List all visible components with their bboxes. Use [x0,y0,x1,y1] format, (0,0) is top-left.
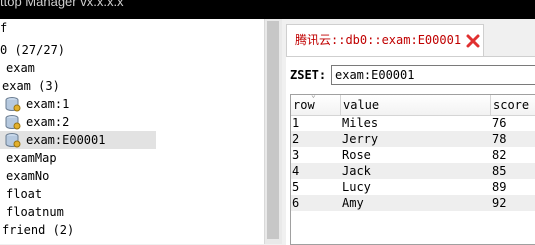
tree-item-label: examNo [6,169,50,183]
column-header-score[interactable]: score [491,95,535,115]
member-score: 85 [492,164,507,178]
row-number: 6 [292,196,300,210]
member-score: 82 [492,148,507,162]
tree-item-db0[interactable]: 0 (27/27) [0,41,65,59]
tree-item-label: float [6,187,43,201]
zset-viewer: ZSET: exam:E00001 ⌄ row value score 1 Mi… [286,56,535,245]
database-key-icon [5,115,21,130]
table-row[interactable]: 3 Rose 82 [291,147,535,163]
member-score: 76 [492,116,507,130]
tab-label: 腾讯云::db0::exam:E00001 [295,33,462,47]
tree-item-floatnum[interactable]: floatnum [6,203,64,221]
tree-item-label: exam (3) [2,79,60,93]
tree-item-float[interactable]: float [6,185,42,203]
member-value: Rose [342,148,371,162]
member-value: Jack [342,164,371,178]
tree-item-label: floatnum [6,205,64,219]
table-row[interactable]: 5 Lucy 89 [291,179,535,195]
table-header: ⌄ row value score [291,95,535,116]
database-key-icon [5,97,21,112]
tree-item-exam-folder[interactable]: exam (3) [2,77,60,95]
member-score: 92 [492,196,507,210]
key-tree-panel[interactable]: f 0 (27/27) exam exam (3) exam:1 exam:2 … [0,19,264,244]
close-icon[interactable] [465,33,481,49]
row-number: 4 [292,164,300,178]
tree-item-exam-1[interactable]: exam:1 [0,95,156,113]
column-header-row[interactable]: ⌄ row [291,95,341,115]
tree-item-exammap[interactable]: examMap [6,149,57,167]
table-row[interactable]: 1 Miles 76 [291,115,535,131]
tree-item-label: 0 (27/27) [0,43,66,57]
tree-scrollbar-thumb[interactable] [267,21,279,239]
tree-item-label: exam:1 [26,97,70,111]
member-value: Amy [342,196,364,210]
tree-scrollbar[interactable] [264,19,282,244]
table-row[interactable]: 2 Jerry 78 [291,131,535,147]
member-score: 78 [492,132,507,146]
tree-item-label: exam:E00001 [26,133,106,147]
tab-exam-e00001[interactable]: 腾讯云::db0::exam:E00001 [286,24,484,56]
database-key-icon [5,133,21,148]
tree-item-examno[interactable]: examNo [6,167,49,185]
tree-item-label: friend (2) [2,223,75,237]
sort-indicator-icon: ⌄ [311,94,316,99]
zset-type-label: ZSET: [290,68,327,82]
tree-item-exam-e00001[interactable]: exam:E00001 [0,131,156,149]
tree-item-label: exam:2 [26,115,70,129]
value-panel: 腾讯云::db0::exam:E00001 ZSET: exam:E00001 … [282,19,535,245]
row-number: 3 [292,148,300,162]
tree-item[interactable]: f [0,19,7,37]
table-row[interactable]: 4 Jack 85 [291,163,535,179]
table-row[interactable]: 6 Amy 92 [291,195,535,211]
member-value: Miles [342,116,379,130]
zset-key-field[interactable]: exam:E00001 [331,65,535,85]
row-number: 2 [292,132,300,146]
window-title: ttop Manager vx.x.x.x [0,0,124,9]
member-value: Jerry [342,132,379,146]
tree-item-exam[interactable]: exam [6,59,35,77]
member-score: 89 [492,180,507,194]
tree-item-label: f [0,21,8,35]
zset-table: ⌄ row value score 1 Miles 76 2 Jerry 78 [290,94,535,245]
tree-item-friend[interactable]: friend (2) [2,221,74,239]
row-number: 5 [292,180,300,194]
window-title-bar: ttop Manager vx.x.x.x [0,0,535,19]
tree-item-exam-2[interactable]: exam:2 [0,113,156,131]
tree-item-label: examMap [6,151,57,165]
column-header-value[interactable]: value [341,95,491,115]
row-number: 1 [292,116,300,130]
member-value: Lucy [342,180,371,194]
tree-item-label: exam [6,61,35,75]
